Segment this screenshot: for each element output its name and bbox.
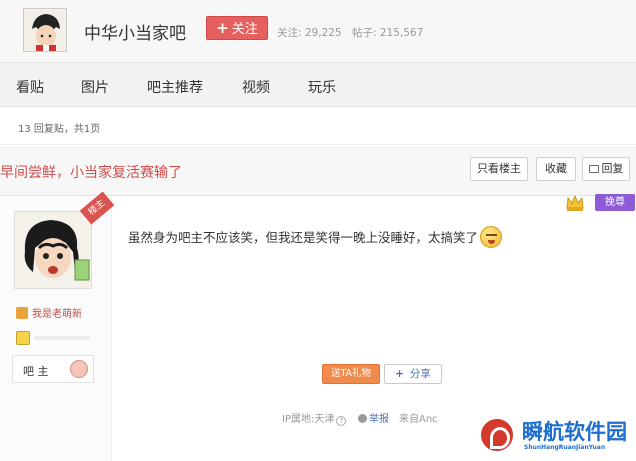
forum-header: 中华小当家吧 + 关注 关注: 29,225 帖子: 215,567 (0, 0, 636, 63)
nav-item-recommend[interactable]: 吧主推荐 (147, 77, 203, 97)
follow-count: 关注: 29,225 (277, 27, 342, 39)
watermark-name: 瞬航软件园 (522, 420, 627, 444)
level-row (16, 331, 92, 345)
only-landlord-button[interactable]: 只看楼主 (470, 157, 528, 181)
reply-button[interactable]: 回复 (582, 157, 630, 181)
nav-item-play[interactable]: 玩乐 (308, 77, 336, 97)
level-badge-icon (16, 331, 30, 345)
post-content: 虽然身为吧主不应该笑，但我还是笑得一晚上没睡好，太搞笑了 (128, 226, 503, 248)
like-badge[interactable]: 挽尊 (595, 194, 635, 211)
follow-button[interactable]: + 关注 (206, 16, 268, 40)
username-row[interactable]: 我是老萌新 (16, 305, 82, 320)
report-icon (358, 414, 367, 423)
reply-info-bar: 13 回复贴，共1页 (0, 107, 636, 145)
share-button[interactable]: + 分享 (384, 364, 442, 384)
admin-label: 吧 主 (23, 365, 49, 378)
thread-title: 早间尝鲜，小当家复活赛输了 (0, 165, 182, 181)
ip-location-text: IP属地:天津 (282, 414, 335, 425)
level-progress (34, 336, 90, 340)
comment-icon (588, 165, 599, 173)
nav-item-posts[interactable]: 看贴 (16, 77, 44, 97)
admin-badge: 吧 主 (12, 355, 94, 383)
author-panel: 楼主 我是老萌新 吧 主 (0, 191, 115, 461)
share-plus-icon: + (395, 368, 404, 380)
report-label: 举报 (369, 414, 389, 425)
avatar[interactable] (14, 211, 92, 289)
nav-item-video[interactable]: 视频 (242, 77, 270, 97)
help-icon[interactable]: ? (336, 416, 347, 426)
plus-icon: + (216, 19, 229, 37)
reply-button-label: 回复 (601, 162, 624, 175)
watermark-logo-icon (478, 416, 516, 454)
post-count: 帖子: 215,567 (352, 27, 424, 39)
admin-avatar-icon (70, 360, 88, 378)
collect-button[interactable]: 收藏 (536, 157, 576, 181)
post-source: 来自Anc (399, 414, 438, 425)
reply-count: 13 回复贴，共1页 (18, 124, 101, 135)
follow-button-label: 关注 (231, 22, 258, 37)
user-level-icon (16, 307, 28, 319)
watermark-sub: ShunHangRuanJianYuan (524, 444, 606, 451)
username: 我是老萌新 (32, 309, 82, 320)
forum-nav: 看贴 图片 吧主推荐 视频 玩乐 (0, 63, 636, 107)
send-gift-button[interactable]: 送TA礼物 (322, 364, 380, 384)
laugh-emoji-icon (480, 226, 503, 248)
forum-avatar[interactable] (23, 8, 67, 52)
report-link[interactable]: 举报 (358, 410, 389, 425)
watermark-logo: 瞬航软件园 ShunHangRuanJianYuan (476, 413, 632, 459)
ip-location: IP属地:天津? (282, 410, 347, 426)
forum-name[interactable]: 中华小当家吧 (84, 19, 186, 44)
post-text: 虽然身为吧主不应该笑，但我还是笑得一晚上没睡好，太搞笑了 (128, 230, 479, 245)
crown-icon (565, 193, 585, 213)
nav-item-images[interactable]: 图片 (81, 77, 109, 97)
share-button-label: 分享 (409, 368, 431, 380)
thread-title-bar: 早间尝鲜，小当家复活赛输了 只看楼主 收藏 回复 (0, 146, 636, 196)
